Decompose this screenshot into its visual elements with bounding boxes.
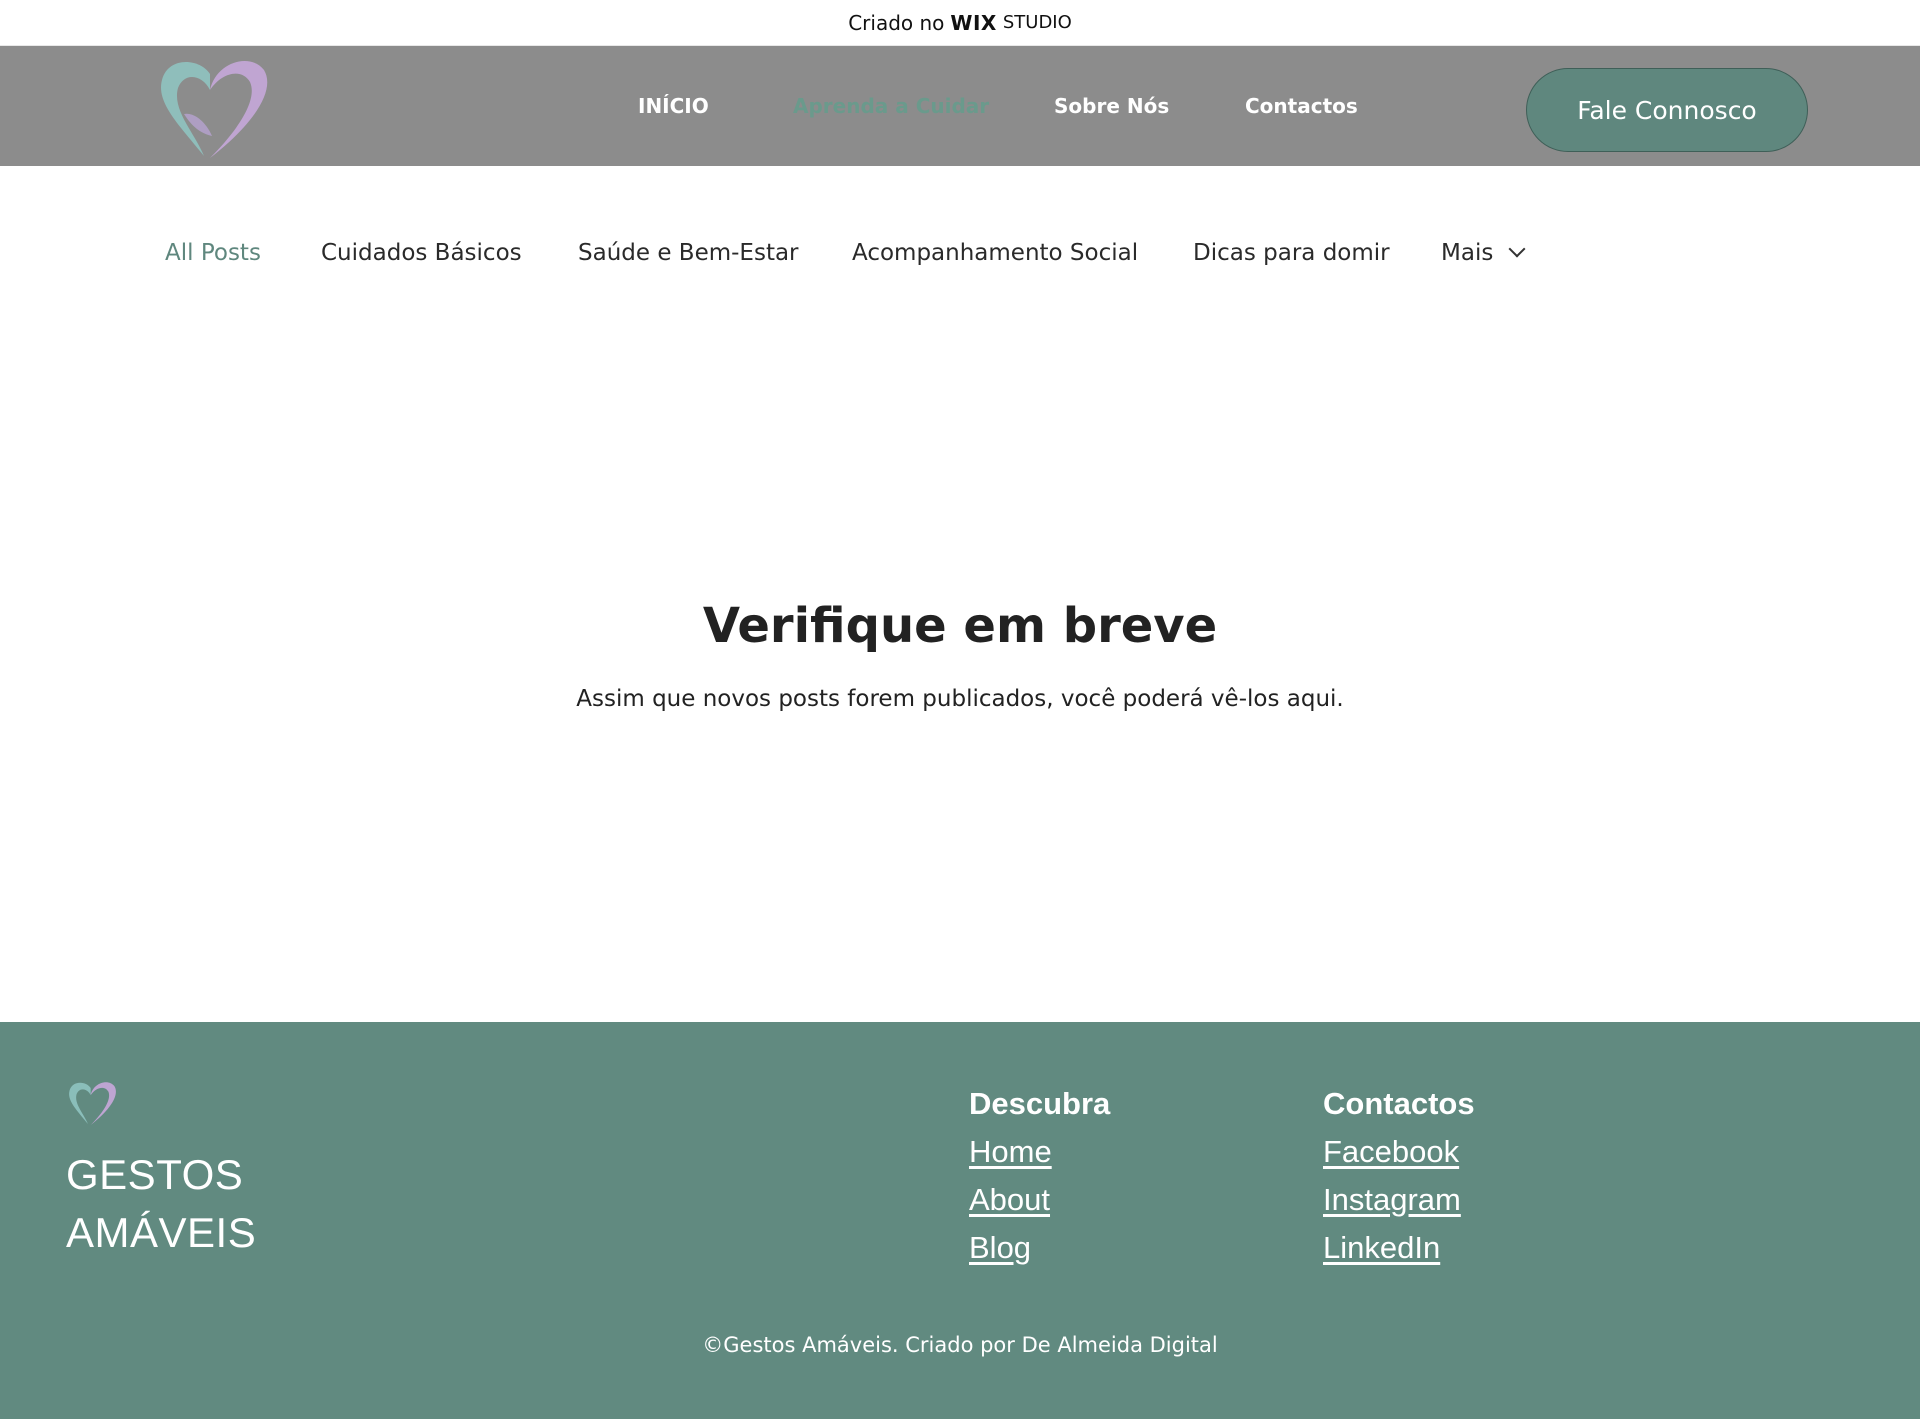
footer-column-title: Contactos xyxy=(1323,1086,1475,1121)
category-acompanhamento-social[interactable]: Acompanhamento Social xyxy=(852,240,1138,266)
heart-hands-icon[interactable] xyxy=(154,52,272,164)
nav-item-aprenda-a-cuidar[interactable]: Aprenda a Cuidar xyxy=(793,46,989,166)
brand-line-1: GESTOS xyxy=(66,1151,244,1198)
copyright-text: ©Gestos Amáveis. Criado por De Almeida D… xyxy=(702,1333,1218,1357)
footer-link-home[interactable]: Home xyxy=(969,1128,1110,1176)
empty-state-title: Verifique em breve xyxy=(702,598,1218,654)
wix-banner-prefix: Criado no xyxy=(848,10,945,35)
empty-state-message: Assim que novos posts forem publicados, … xyxy=(576,686,1344,712)
footer-column-title: Descubra xyxy=(969,1086,1111,1121)
footer-heart-hands-icon[interactable] xyxy=(66,1078,118,1128)
fale-connosco-button[interactable]: Fale Connosco xyxy=(1526,68,1808,152)
site-header: INÍCIO Aprenda a Cuidar Sobre Nós Contac… xyxy=(0,46,1920,166)
footer-link-instagram[interactable]: Instagram xyxy=(1323,1176,1475,1224)
category-cuidados-basicos[interactable]: Cuidados Básicos xyxy=(321,240,522,266)
nav-item-inicio[interactable]: INÍCIO xyxy=(638,46,709,166)
footer-link-linkedin[interactable]: LinkedIn xyxy=(1323,1224,1475,1272)
footer-column-descubra: Descubra Home About Blog xyxy=(969,1082,1110,1272)
category-dicas-para-domir[interactable]: Dicas para domir xyxy=(1193,240,1390,266)
more-label: Mais xyxy=(1441,240,1494,266)
footer-link-about[interactable]: About xyxy=(969,1176,1110,1224)
nav-item-contactos[interactable]: Contactos xyxy=(1245,46,1358,166)
wix-banner[interactable]: Criado no WIX STUDIO xyxy=(0,0,1920,46)
chevron-down-icon xyxy=(1508,240,1526,258)
footer-link-blog[interactable]: Blog xyxy=(969,1224,1110,1272)
footer-link-facebook[interactable]: Facebook xyxy=(1323,1128,1475,1176)
footer-column-contactos: Contactos Facebook Instagram LinkedIn xyxy=(1323,1082,1475,1272)
wix-studio-label: STUDIO xyxy=(1002,12,1072,33)
site-footer: GESTOS AMÁVEIS Descubra Home About Blog … xyxy=(0,1022,1920,1419)
category-all-posts[interactable]: All Posts xyxy=(165,240,261,266)
category-more-dropdown[interactable]: Mais xyxy=(1441,240,1526,266)
wix-brand-label: WIX xyxy=(950,10,997,35)
category-saude-bem-estar[interactable]: Saúde e Bem-Estar xyxy=(578,240,799,266)
nav-item-sobre-nos[interactable]: Sobre Nós xyxy=(1054,46,1169,166)
footer-brand-name: GESTOS AMÁVEIS xyxy=(66,1146,256,1262)
brand-line-2: AMÁVEIS xyxy=(66,1209,257,1256)
